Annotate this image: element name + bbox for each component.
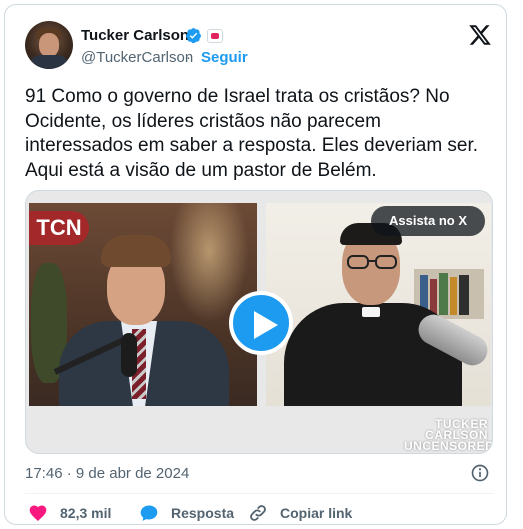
microphone (121, 333, 137, 377)
show-watermark: TUCKER CARLSON UNCENSORED (404, 418, 493, 453)
glasses-icon (347, 255, 397, 269)
avatar-face (39, 33, 59, 57)
play-button[interactable] (229, 291, 293, 355)
avatar[interactable] (25, 21, 73, 69)
book (439, 273, 448, 315)
tweet-timestamp[interactable]: 17:46 · 9 de abr de 2024 (25, 465, 189, 482)
like-button[interactable]: 82,3 mil (28, 501, 111, 525)
separator-dot: · (186, 49, 191, 66)
clerical-collar (362, 307, 380, 317)
video-player[interactable]: TCN Assista no X TUCKER CARLSON UNCENSOR… (25, 190, 493, 454)
copy-link-label: Copiar link (280, 505, 353, 521)
tweet-text-line: Ocidente, os líderes cristãos não parece… (25, 110, 381, 132)
book (459, 275, 469, 315)
watch-on-x-button[interactable]: Assista no X (371, 206, 485, 236)
copy-link-button[interactable]: Copiar link (248, 501, 352, 525)
affiliation-badge-icon (207, 29, 223, 43)
follow-button[interactable]: Seguir (201, 49, 248, 66)
book (450, 277, 457, 315)
tweet-text: 91 Como o governo de Israel trata os cri… (25, 85, 495, 183)
link-icon (250, 505, 266, 521)
avatar-suit (29, 55, 69, 69)
tweet-text-line: 91 Como o governo de Israel trata os cri… (25, 86, 450, 107)
play-icon (254, 311, 278, 339)
tcn-logo: TCN (29, 211, 89, 245)
info-icon[interactable] (470, 463, 490, 483)
video-pane-host: TCN (29, 203, 257, 406)
reply-bubble-icon (140, 505, 158, 521)
author-name[interactable]: Tucker Carlson (81, 27, 189, 44)
verified-badge-icon (186, 28, 201, 44)
watermark-line: UNCENSORED (404, 439, 493, 453)
heart-icon (29, 505, 47, 521)
host-hair (101, 235, 171, 267)
like-count: 82,3 mil (60, 505, 112, 521)
author-handle[interactable]: @TuckerCarlson (81, 49, 193, 66)
divider (25, 493, 494, 494)
tweet-text-line: interessados em saber a resposta. Eles d… (25, 135, 479, 156)
reply-button[interactable]: Resposta (139, 501, 234, 525)
tweet-card: Tucker Carlson @TuckerCarlson · Seguir 9… (4, 4, 507, 525)
tweet-text-line: Aqui está a visão de um pastor de Belém. (25, 159, 377, 181)
x-logo-icon[interactable] (468, 23, 492, 47)
reply-label: Resposta (171, 505, 235, 521)
